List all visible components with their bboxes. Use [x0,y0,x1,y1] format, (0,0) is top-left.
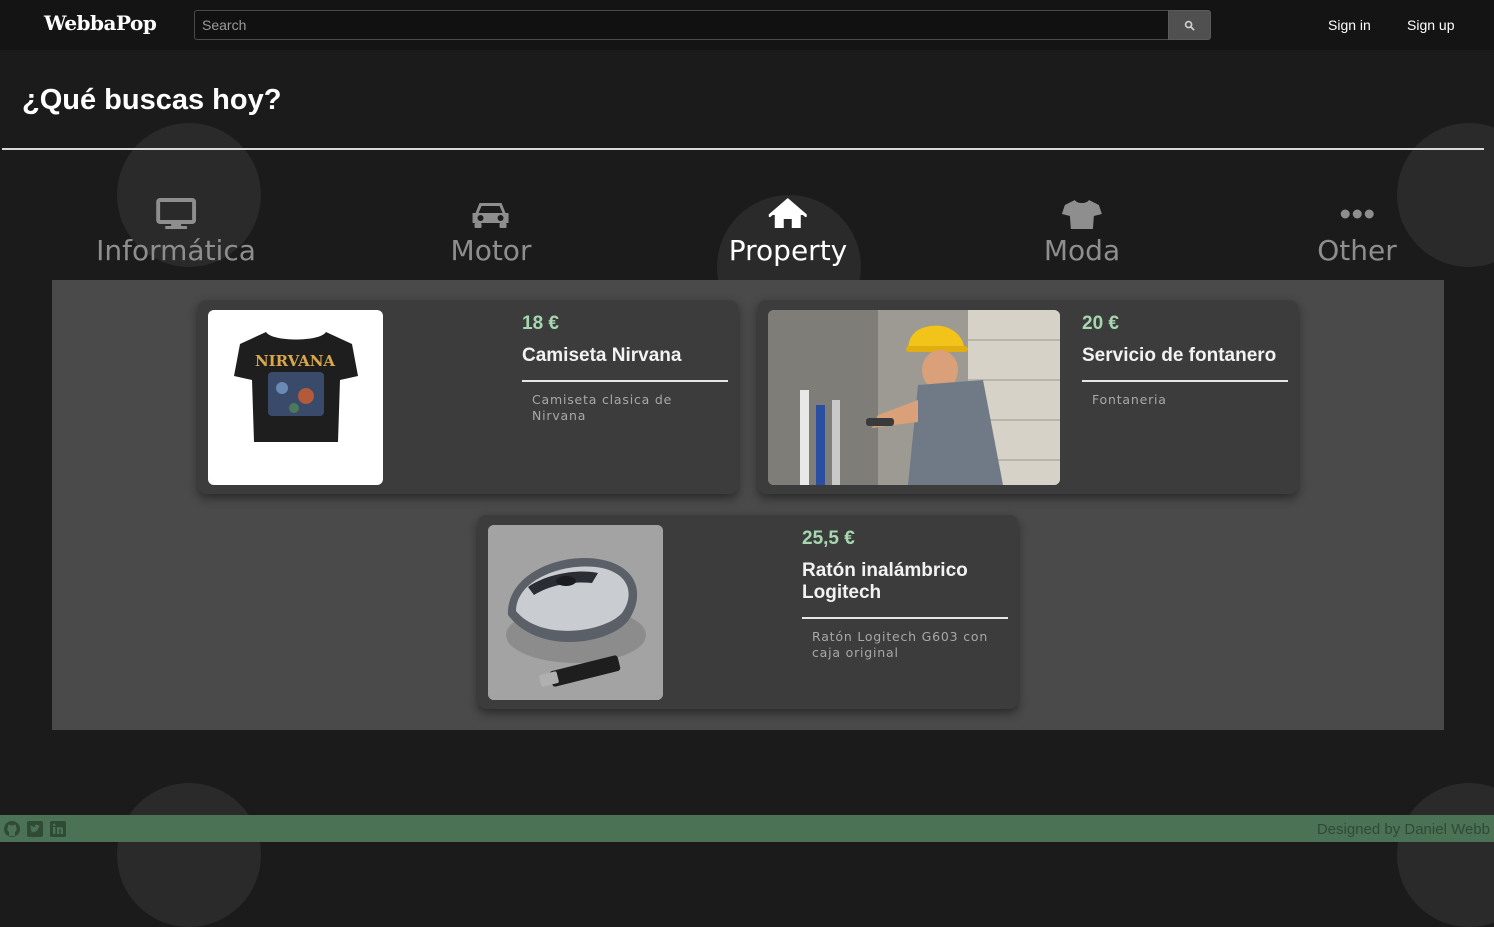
category-motor[interactable]: Motor [450,196,532,268]
category-label: Moda [1043,234,1121,267]
listing-divider [1082,380,1288,382]
listing-card[interactable]: NIRVANA 18 € Camiseta Nirvana Camiseta c… [198,300,738,494]
nirvana-tshirt-image: NIRVANA [208,310,383,485]
footer: Designed by Daniel Webb [0,815,1494,842]
decorative-circle [117,783,261,927]
category-label: Other [1317,234,1397,267]
category-property[interactable]: Property [729,196,847,268]
home-icon [768,198,807,228]
listing-price: 20 € [1082,313,1119,334]
category-label: Informática [96,234,256,267]
linkedin-icon[interactable] [49,820,67,838]
tshirt-icon [1061,200,1102,229]
listing-title: Camiseta Nirvana [522,345,682,366]
search-icon [1184,20,1195,30]
category-label: Motor [450,234,532,267]
listing-price: 25,5 € [802,528,855,549]
category-moda[interactable]: Moda [1044,196,1120,268]
sign-in-link[interactable]: Sign in [1328,17,1371,33]
listing-divider [522,380,728,382]
page-title: ¿Qué buscas hoy? [22,84,282,116]
brand-logo[interactable]: WebbaPop [44,11,157,35]
listing-description: Ratón Logitech G603 con caja original [812,629,989,660]
decorative-circle [1397,783,1494,927]
listing-divider [802,617,1008,619]
plumber-image [768,310,1060,485]
car-icon [472,203,509,228]
search-input[interactable] [194,10,1168,40]
monitor-icon [155,198,196,229]
category-label: Property [728,234,848,267]
listing-description: Camiseta clasica de Nirvana [532,392,673,423]
decorative-circle [1397,123,1494,267]
twitter-icon[interactable] [26,820,44,838]
search-button[interactable] [1168,10,1211,40]
search-bar [194,10,1211,40]
listing-title: Servicio de fontanero [1082,345,1277,366]
wireless-mouse-image [488,525,663,700]
listing-description: Fontaneria [1092,392,1167,407]
listing-title: Ratón inalámbrico Logitech [802,560,968,603]
category-other[interactable]: Other [1317,196,1397,268]
footer-credit: Designed by Daniel Webb [1316,821,1490,838]
category-informatica[interactable]: Informática [96,196,256,268]
navbar: WebbaPop Sign in Sign up [0,0,1494,50]
sign-up-link[interactable]: Sign up [1407,17,1454,33]
ellipsis-icon [1340,209,1374,219]
listing-card[interactable]: 25,5 € Ratón inalámbrico Logitech Ratón … [478,515,1018,709]
listing-card[interactable]: 20 € Servicio de fontanero Fontaneria [758,300,1298,494]
divider [2,148,1484,150]
listing-price: 18 € [522,313,559,334]
svg-text:NIRVANA: NIRVANA [255,352,335,370]
github-icon[interactable] [3,820,21,838]
